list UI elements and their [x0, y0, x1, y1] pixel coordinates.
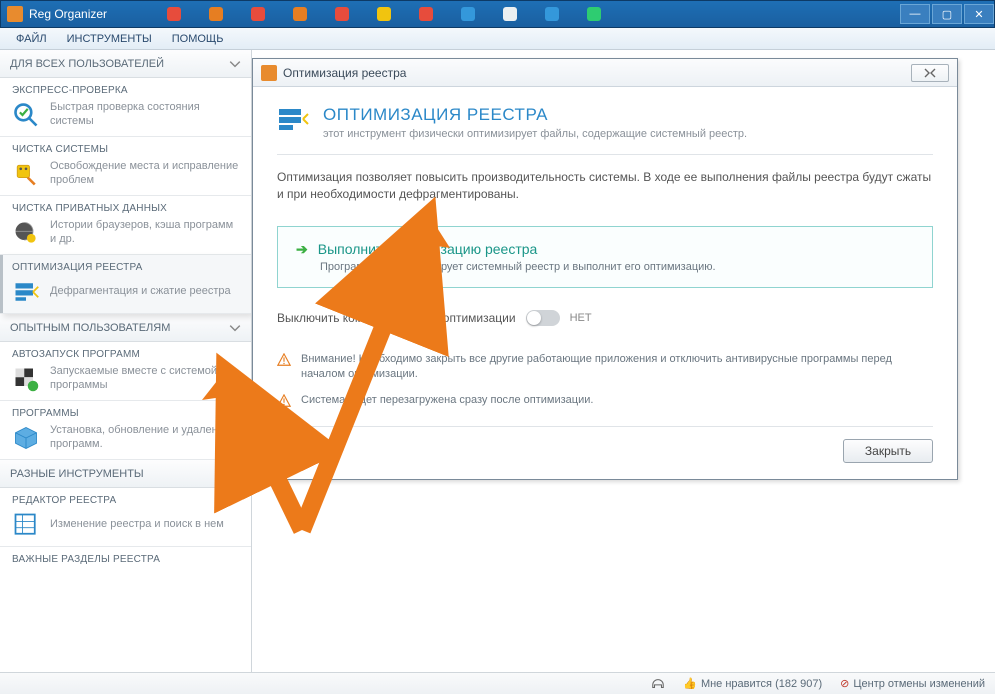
dialog-heading: ОПТИМИЗАЦИЯ РЕЕСТРА — [323, 105, 747, 125]
sidebar-section-label: РАЗНЫЕ ИНСТРУМЕНТЫ — [10, 468, 144, 480]
warning-icon — [277, 394, 291, 408]
dialog-close-button[interactable] — [911, 64, 949, 82]
broom-icon — [12, 160, 40, 188]
chevron-down-icon — [229, 322, 241, 334]
sidebar-section-misc[interactable]: РАЗНЫЕ ИНСТРУМЕНТЫ — [0, 460, 251, 488]
support-link[interactable] — [651, 677, 665, 691]
undo-center-link[interactable]: ⊘ Центр отмены изменений — [840, 677, 985, 691]
sidebar-item-important-keys[interactable]: ВАЖНЫЕ РАЗДЕЛЫ РЕЕСТРА — [0, 547, 251, 570]
like-text: Мне нравится (182 907) — [701, 678, 822, 690]
dialog-subheading: этот инструмент физически оптимизирует ф… — [323, 128, 747, 140]
app-icon — [7, 6, 23, 22]
sidebar-section-label: ДЛЯ ВСЕХ ПОЛЬЗОВАТЕЛЕЙ — [10, 58, 164, 70]
action-title: Выполнить оптимизацию реестра — [318, 241, 538, 257]
warning-icon — [277, 353, 291, 367]
menu-tools[interactable]: ИНСТРУМЕНТЫ — [59, 31, 160, 47]
globe-icon — [12, 219, 40, 247]
arrow-right-icon: ➔ — [296, 241, 308, 258]
dialog-titlebar: Оптимизация реестра — [253, 59, 957, 87]
run-optimization-button[interactable]: ➔ Выполнить оптимизацию реестра Программ… — [277, 226, 933, 288]
close-button[interactable]: ✕ — [964, 4, 994, 24]
menubar: ФАЙЛ ИНСТРУМЕНТЫ ПОМОЩЬ — [0, 28, 995, 50]
sidebar-section-all-users[interactable]: ДЛЯ ВСЕХ ПОЛЬЗОВАТЕЛЕЙ — [0, 50, 251, 78]
dialog-title-text: Оптимизация реестра — [283, 66, 406, 80]
action-description: Программа проанализирует системный реест… — [320, 261, 914, 273]
magnifier-check-icon — [12, 101, 40, 129]
window-titlebar: Reg Organizer — ▢ ✕ — [0, 0, 995, 28]
menu-file[interactable]: ФАЙЛ — [8, 31, 55, 47]
switch-label: Выключить компьютер после оптимизации — [277, 311, 516, 325]
close-button[interactable]: Закрыть — [843, 439, 933, 463]
sidebar-item-system-clean[interactable]: ЧИСТКА СИСТЕМЫ Освобождение места и испр… — [0, 137, 251, 196]
minimize-button[interactable]: — — [900, 4, 930, 24]
box-icon — [12, 424, 40, 452]
warning-text-2: Система будет перезагружена сразу после … — [301, 393, 593, 408]
like-link[interactable]: 👍 Мне нравится (182 907) — [683, 677, 822, 691]
shutdown-toggle[interactable] — [526, 310, 560, 326]
sidebar-item-express-check[interactable]: ЭКСПРЕСС-ПРОВЕРКА Быстрая проверка состо… — [0, 78, 251, 137]
sidebar-item-reg-editor[interactable]: РЕДАКТОР РЕЕСТРА Изменение реестра и пои… — [0, 488, 251, 547]
flag-icon — [12, 365, 40, 393]
app-title: Reg Organizer — [29, 7, 107, 21]
sidebar-item-registry-opt[interactable]: ОПТИМИЗАЦИЯ РЕЕСТРА Дефрагментация и сжа… — [0, 255, 251, 314]
maximize-button[interactable]: ▢ — [932, 4, 962, 24]
sidebar-section-advanced[interactable]: ОПЫТНЫМ ПОЛЬЗОВАТЕЛЯМ — [0, 314, 251, 342]
warning-text-1: Внимание! Необходимо закрыть все другие … — [301, 352, 933, 383]
dialog-icon — [261, 65, 277, 81]
sidebar-item-private-clean[interactable]: ЧИСТКА ПРИВАТНЫХ ДАННЫХ Истории браузеро… — [0, 196, 251, 255]
close-x-icon — [923, 68, 937, 78]
dialog-description: Оптимизация позволяет повысить производи… — [277, 169, 933, 204]
undo-icon: ⊘ — [840, 677, 849, 690]
sidebar-section-label: ОПЫТНЫМ ПОЛЬЗОВАТЕЛЯМ — [10, 322, 170, 334]
thumb-up-icon: 👍 — [683, 677, 697, 690]
statusbar: 👍 Мне нравится (182 907) ⊘ Центр отмены … — [0, 672, 995, 694]
registry-grid-icon — [12, 511, 40, 539]
chevron-down-icon — [229, 468, 241, 480]
headset-icon — [651, 677, 665, 691]
registry-defrag-icon — [12, 278, 40, 306]
switch-state-text: НЕТ — [570, 312, 592, 324]
sidebar-item-autostart[interactable]: АВТОЗАПУСК ПРОГРАММ Запускаемые вместе с… — [0, 342, 251, 401]
chevron-down-icon — [229, 58, 241, 70]
sidebar: ДЛЯ ВСЕХ ПОЛЬЗОВАТЕЛЕЙ ЭКСПРЕСС-ПРОВЕРКА… — [0, 50, 252, 672]
sidebar-item-programs[interactable]: ПРОГРАММЫ Установка, обновление и удален… — [0, 401, 251, 460]
dialog-registry-optimization: Оптимизация реестра ОПТИМИЗАЦИЯ РЕЕСТРА … — [252, 58, 958, 480]
taskbar-icons — [167, 7, 898, 21]
registry-defrag-icon — [277, 105, 309, 137]
menu-help[interactable]: ПОМОЩЬ — [164, 31, 232, 47]
undo-text: Центр отмены изменений — [853, 678, 985, 690]
main-area: Оптимизация реестра ОПТИМИЗАЦИЯ РЕЕСТРА … — [252, 50, 995, 672]
